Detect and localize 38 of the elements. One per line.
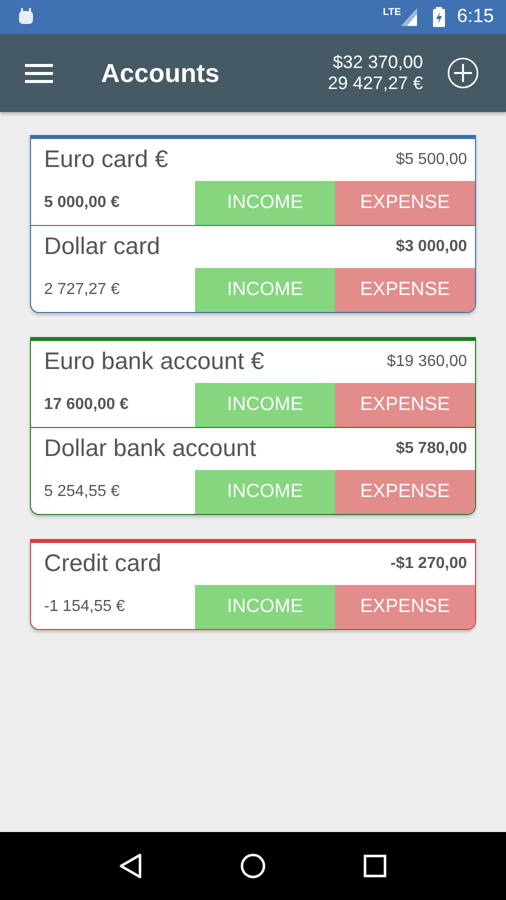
account-name: Dollar card	[44, 233, 160, 261]
account-amount: $5 780,00	[396, 440, 467, 458]
account-amount: 17 600,00 €	[43, 396, 130, 414]
home-icon[interactable]	[240, 853, 266, 879]
expense-button[interactable]: EXPENSE	[335, 383, 475, 427]
account-amount: -1 154,55 €	[43, 598, 126, 616]
battery-icon	[433, 7, 446, 27]
expense-button[interactable]: EXPENSE	[335, 585, 475, 629]
android-icon	[17, 8, 35, 26]
recents-icon[interactable]	[363, 854, 388, 878]
total-amount: 29 427,27 €	[328, 73, 423, 94]
account-amount: $3 000,00	[396, 238, 467, 256]
expense-button[interactable]: EXPENSE	[335, 268, 475, 312]
account-amount: $19 360,00	[386, 353, 467, 371]
clock: 6:15	[457, 6, 494, 28]
income-button[interactable]: INCOME	[195, 585, 335, 629]
account-name: Euro card €	[44, 146, 168, 174]
network-label: LTE	[382, 7, 402, 18]
income-button[interactable]: INCOME	[195, 268, 335, 312]
signal-icon	[401, 8, 418, 26]
screen-title: Accounts	[101, 58, 220, 88]
account-amount: 5 000,00 €	[43, 194, 121, 212]
menu-icon[interactable]	[25, 63, 53, 83]
account-name: Credit card	[44, 550, 162, 578]
account-amount: 5 254,55 €	[43, 483, 121, 501]
account-amount: 2 727,27 €	[43, 281, 121, 299]
income-button[interactable]: INCOME	[195, 383, 335, 427]
account-amount: $5 500,00	[396, 151, 467, 169]
account-name: Dollar bank account	[44, 435, 256, 463]
income-button[interactable]: INCOME	[195, 470, 335, 514]
expense-button[interactable]: EXPENSE	[335, 470, 475, 514]
expense-button[interactable]: EXPENSE	[335, 181, 475, 225]
income-button[interactable]: INCOME	[195, 181, 335, 225]
add-icon[interactable]	[447, 57, 479, 89]
total-amount: $32 370,00	[332, 52, 423, 73]
account-amount: -$1 270,00	[390, 555, 467, 573]
back-icon[interactable]	[118, 853, 143, 879]
account-name: Euro bank account €	[44, 348, 264, 376]
